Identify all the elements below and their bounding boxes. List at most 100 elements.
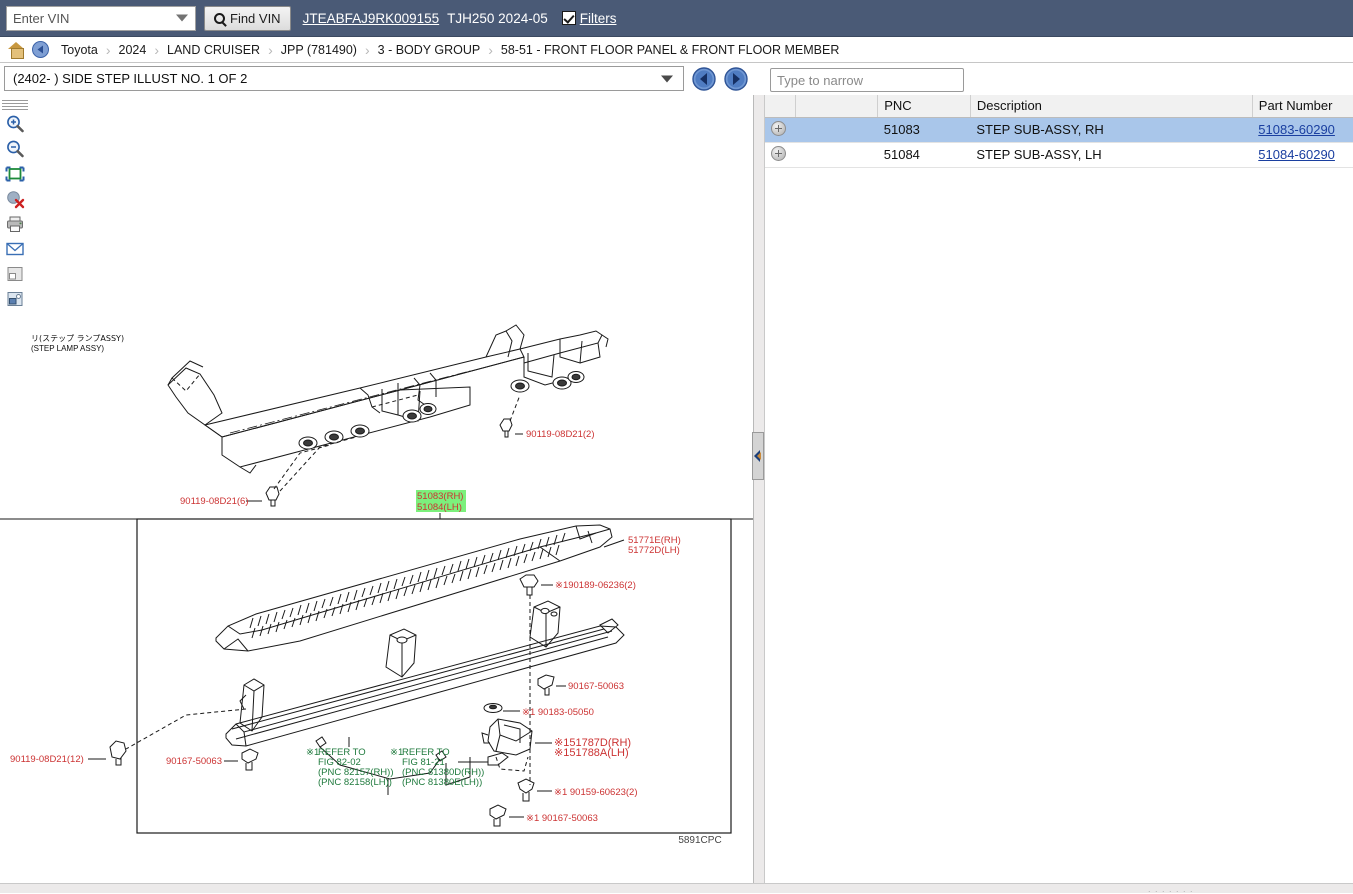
home-icon[interactable] xyxy=(8,42,25,59)
callout-90167-50063-upper: 90167-50063 xyxy=(568,681,624,692)
row-expand-cell[interactable] xyxy=(765,117,796,143)
row-icon-cell xyxy=(795,142,878,168)
illustration-select[interactable]: (2402- ) SIDE STEP ILLUST NO. 1 OF 2 xyxy=(4,66,684,91)
callout-51771E-51772D: 51771E(RH) 51772D(LH) xyxy=(603,535,681,556)
search-icon xyxy=(214,12,225,24)
part-number-link[interactable]: 51083-60290 xyxy=(1258,122,1335,137)
column-pnc[interactable]: PNC xyxy=(877,95,971,118)
row-icon-cell xyxy=(795,117,878,143)
breadcrumb-item-year[interactable]: 2024 xyxy=(116,43,150,57)
table-header-row: PNC Description Part Number xyxy=(765,95,1353,118)
refer-block-fig-82-02: ※1 REFER TO FIG 82-02 (PNC 82157(RH)) (P… xyxy=(306,737,394,788)
fastener-90183-05050: ※1 90183-05050 xyxy=(483,703,594,718)
panel-collapse-handle[interactable] xyxy=(752,432,764,480)
column-icon[interactable] xyxy=(795,95,879,118)
row-expand-cell[interactable] xyxy=(765,142,796,168)
zoom-in-button[interactable] xyxy=(2,112,28,135)
vin-input-select[interactable]: Enter VIN xyxy=(6,5,196,31)
illustration-viewer[interactable]: リ(ステップ ランプASSY) (STEP LAMP ASSY) 90119-0… xyxy=(0,95,754,887)
breadcrumb: Toyota › 2024 › LAND CRUISER › JPP (7814… xyxy=(0,37,1353,63)
clip-90119-08D21-2: 90119-08D21(2) xyxy=(499,394,594,440)
clear-highlight-button[interactable] xyxy=(2,187,28,210)
column-expand[interactable] xyxy=(765,95,796,118)
part-number-link[interactable]: 51084-60290 xyxy=(1258,147,1335,162)
previous-illustration-button[interactable] xyxy=(692,66,716,91)
narrow-search-input[interactable] xyxy=(770,68,964,92)
figure-code: 5891CPC xyxy=(678,835,721,846)
fastener-90159-60623: ※1 90159-60623(2) xyxy=(517,778,638,802)
filters-link[interactable]: Filters xyxy=(580,11,617,26)
callout-51788A: ※151788A(LH) xyxy=(554,747,629,759)
callout-51083-rh: 51083(RH) xyxy=(417,491,463,502)
model-code-label: TJH250 2024-05 xyxy=(447,10,548,26)
breadcrumb-item-make[interactable]: Toyota xyxy=(58,43,101,57)
vin-select-value: Enter VIN xyxy=(13,10,70,26)
rocker-panel-drawing xyxy=(167,324,609,474)
callout-90119-08D21-6: 90119-08D21(6) xyxy=(180,496,248,507)
row-part-number-cell[interactable]: 51084-60290 xyxy=(1252,142,1353,168)
filters-checkbox[interactable] xyxy=(561,11,576,25)
callout-90119-08D21-2: 90119-08D21(2) xyxy=(526,429,594,440)
breadcrumb-separator: › xyxy=(268,41,273,58)
resize-dots-icon: . . . . . . . xyxy=(1148,884,1194,894)
find-vin-button[interactable]: Find VIN xyxy=(204,5,291,31)
breadcrumb-separator: › xyxy=(364,41,370,58)
back-arrow-icon[interactable] xyxy=(32,41,49,58)
row-pnc: 51083 xyxy=(877,117,971,143)
column-description[interactable]: Description xyxy=(970,95,1253,118)
table-row[interactable]: 51083 STEP SUB-ASSY, RH 51083-60290 xyxy=(765,117,1353,143)
filters-group: Filters xyxy=(561,11,617,26)
expand-plus-icon[interactable] xyxy=(771,120,786,136)
callout-51772D: 51772D(LH) xyxy=(628,545,680,556)
viewer-toolbar xyxy=(2,100,30,310)
refer-81-21-line-4: (PNC 81380E(LH)) xyxy=(402,777,482,788)
parts-illustration[interactable]: 90119-08D21(2) 90119-08D21(6) 51083(RH) … xyxy=(0,95,754,887)
find-vin-label: Find VIN xyxy=(230,10,281,26)
table-row[interactable]: 51084 STEP SUB-ASSY, LH 51084-60290 xyxy=(765,142,1353,168)
toolbar-drag-grip[interactable] xyxy=(2,100,28,110)
next-illustration-button[interactable] xyxy=(724,66,748,91)
breadcrumb-item-variant[interactable]: JPP (781490) xyxy=(278,43,360,57)
breadcrumb-separator: › xyxy=(154,41,159,58)
narrow-search-wrapper xyxy=(770,68,964,92)
parts-list-panel: PNC Description Part Number 51083 STEP S… xyxy=(764,95,1353,887)
step-board-drawing xyxy=(215,524,613,652)
collapse-left-icon xyxy=(754,450,761,462)
callout-51084-lh: 51084(LH) xyxy=(417,502,462,513)
callout-90167-50063-bottom: ※1 90167-50063 xyxy=(526,813,598,824)
callout-90159-60623: ※1 90159-60623(2) xyxy=(554,787,638,798)
breadcrumb-item-section[interactable]: 58-51 - FRONT FLOOR PANEL & FRONT FLOOR … xyxy=(498,43,842,57)
row-description: STEP SUB-ASSY, LH xyxy=(970,142,1253,168)
email-button[interactable] xyxy=(2,237,28,260)
window-resize-grip[interactable]: . . . . . . . xyxy=(0,883,1353,894)
row-description: STEP SUB-ASSY, RH xyxy=(970,117,1253,143)
row-part-number-cell[interactable]: 51083-60290 xyxy=(1252,117,1353,143)
fastener-90167-50063-upper: 90167-50063 xyxy=(537,674,624,696)
thumbnail-button[interactable] xyxy=(2,262,28,285)
callout-190189-06236: ※190189-06236(2) xyxy=(555,580,636,591)
refer-block-fig-81-21: ※1 REFER TO FIG 81-21 (PNC 81380D(RH)) (… xyxy=(390,747,509,788)
row-pnc: 51084 xyxy=(877,142,971,168)
part-51787D-51788A: ※151787D(RH) ※151788A(LH) xyxy=(481,718,631,772)
expand-plus-icon[interactable] xyxy=(771,145,786,161)
main-content: リ(ステップ ランプASSY) (STEP LAMP ASSY) 90119-0… xyxy=(0,95,1353,894)
breadcrumb-item-group[interactable]: 3 - BODY GROUP xyxy=(375,43,484,57)
breadcrumb-item-model[interactable]: LAND CRUISER xyxy=(164,43,263,57)
chevron-down-icon xyxy=(661,75,673,82)
fastener-90167-50063-left: 90167-50063 xyxy=(166,748,259,771)
callout-90183-05050: ※1 90183-05050 xyxy=(522,707,594,718)
vin-number-link[interactable]: JTEABFAJ9RK009155 xyxy=(303,11,440,26)
fit-to-window-button[interactable] xyxy=(2,162,28,185)
zoom-out-button[interactable] xyxy=(2,137,28,160)
clip-90119-08D21-6: 90119-08D21(6) xyxy=(180,436,357,507)
callout-90119-08D21-12: 90119-08D21(12) xyxy=(10,754,84,765)
fastener-90119-08D21-12: 90119-08D21(12) xyxy=(10,754,106,765)
print-button[interactable] xyxy=(2,212,28,235)
alternate-image-button[interactable] xyxy=(2,287,28,310)
illustration-toolbar: (2402- ) SIDE STEP ILLUST NO. 1 OF 2 xyxy=(0,63,1353,95)
callout-90167-50063-left: 90167-50063 xyxy=(166,756,222,767)
callout-highlight-51083-51084: 51083(RH) 51084(LH) xyxy=(416,490,466,519)
vin-toolbar: Enter VIN Find VIN JTEABFAJ9RK009155 TJH… xyxy=(0,0,1353,37)
column-part-number[interactable]: Part Number xyxy=(1252,95,1353,118)
parts-table: PNC Description Part Number 51083 STEP S… xyxy=(765,95,1353,168)
